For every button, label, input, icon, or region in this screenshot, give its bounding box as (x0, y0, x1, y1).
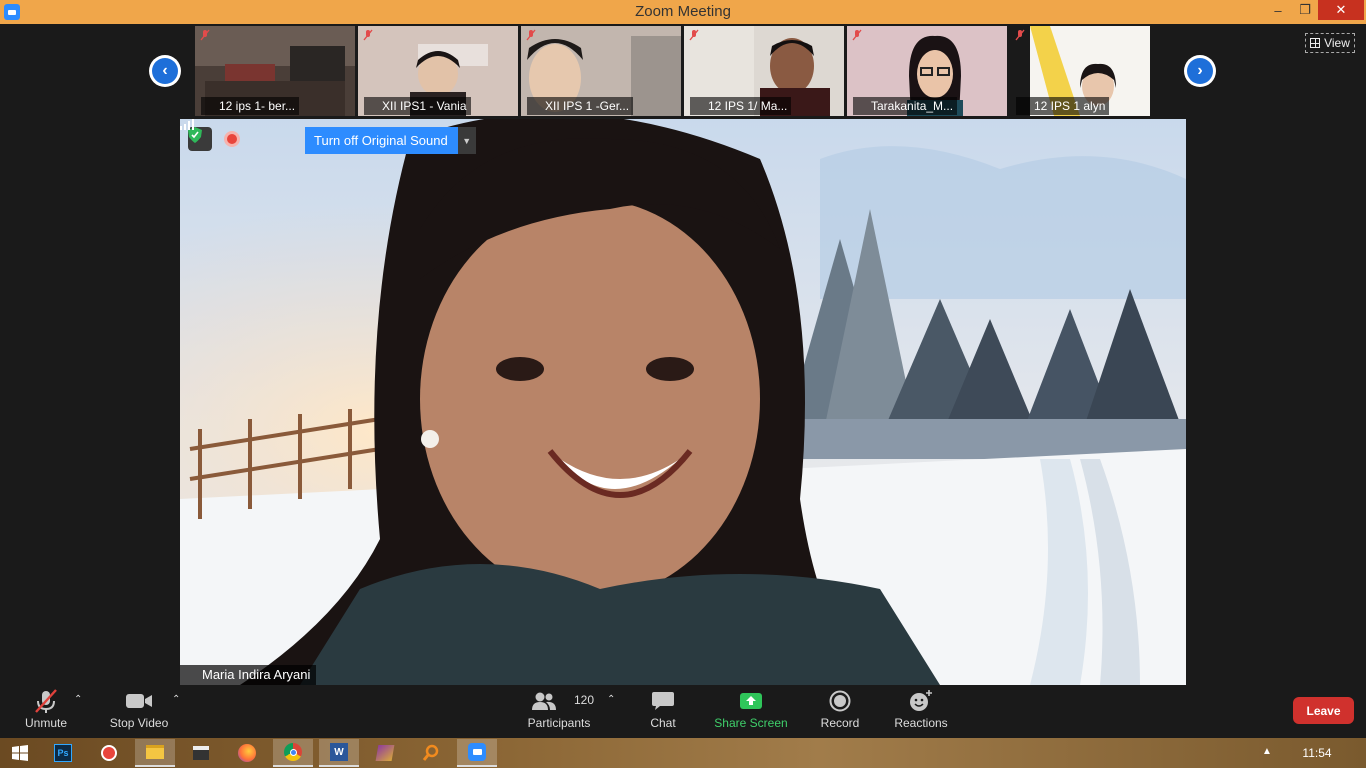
share-screen-label: Share Screen (714, 716, 788, 730)
taskbar-clock[interactable]: 11:54 (1297, 738, 1337, 768)
view-label: View (1324, 36, 1350, 50)
participant-name: XII IPS 1 -Ger... (527, 97, 634, 115)
clapperboard-icon[interactable] (181, 739, 221, 767)
video-options-caret-icon[interactable]: ⌃ (172, 694, 180, 705)
reactions-button[interactable]: Reactions (892, 686, 950, 738)
participant-thumbnail[interactable]: XII IPS 1 -Ger... (521, 26, 681, 116)
meeting-toolbar: Unmute ⌃ Stop Video ⌃ Participants 120 ⌃… (0, 686, 1366, 738)
chevron-left-icon: ‹ (152, 58, 178, 84)
meeting-area: ‹ 12 ips 1- ber... XII IPS1 - Vania XII … (0, 24, 1366, 686)
word-icon[interactable]: W (319, 739, 359, 767)
window-title: Zoom Meeting (635, 3, 731, 20)
speaker-name: Maria Indira Aryani (202, 667, 311, 682)
maximize-button[interactable]: ❐ (1292, 0, 1318, 20)
participants-count: 120 (574, 693, 595, 707)
unmute-label: Unmute (24, 716, 68, 730)
participant-thumbnail[interactable]: Tarakanita_M... (847, 26, 1007, 116)
firefox-icon[interactable] (227, 739, 267, 767)
signal-strength-icon (180, 119, 194, 130)
speaker-video-frame (180, 119, 1186, 685)
minimize-button[interactable]: – (1265, 0, 1291, 20)
stop-video-button[interactable]: Stop Video (104, 686, 174, 738)
file-explorer-icon[interactable] (135, 739, 175, 767)
chrome-icon[interactable] (273, 739, 313, 767)
audio-options-caret-icon[interactable]: ⌃ (74, 694, 82, 705)
stop-video-label: Stop Video (109, 716, 169, 730)
muted-microphone-icon (35, 689, 57, 713)
participants-icon (532, 692, 556, 710)
title-bar: Zoom Meeting – ❐ ✕ (0, 0, 1366, 24)
show-hidden-icons-caret[interactable]: ▲ (1262, 746, 1272, 757)
participant-thumbnail[interactable]: 12 IPS 1/ Ma... (684, 26, 844, 116)
recording-indicator-icon (224, 131, 240, 147)
photoshop-icon[interactable]: Ps (43, 739, 83, 767)
participant-thumbnail[interactable]: XII IPS1 - Vania (358, 26, 518, 116)
muted-mic-icon (200, 29, 210, 41)
reactions-label: Reactions (894, 716, 948, 730)
share-screen-button[interactable]: Share Screen (712, 686, 790, 738)
chat-label: Chat (650, 716, 676, 730)
muted-mic-icon (852, 29, 862, 41)
video-camera-icon (126, 694, 152, 708)
participant-name: Tarakanita_M... (853, 97, 958, 115)
winrar-icon[interactable] (365, 739, 405, 767)
participant-thumbnail[interactable]: 12 ips 1- ber... (195, 26, 355, 116)
view-button[interactable]: View (1305, 33, 1355, 53)
leave-button[interactable]: Leave (1293, 697, 1354, 724)
record-button[interactable]: Record (816, 686, 864, 738)
participant-name: XII IPS1 - Vania (364, 97, 471, 115)
participant-name: 12 ips 1- ber... (201, 97, 300, 115)
participant-thumbnail[interactable]: 12 IPS 1 alyn (1010, 26, 1170, 116)
original-sound-control: Turn off Original Sound ▼ (305, 127, 476, 154)
muted-mic-icon (526, 29, 536, 41)
active-speaker-video: Turn off Original Sound ▼ Maria Indira A… (180, 119, 1186, 685)
zoom-icon[interactable] (457, 739, 497, 767)
turn-off-original-sound-button[interactable]: Turn off Original Sound (305, 127, 458, 154)
grid-view-icon (1310, 38, 1321, 48)
share-screen-arrow-icon (740, 693, 762, 709)
unmute-button[interactable]: Unmute (20, 686, 72, 738)
speaker-name-tag: Maria Indira Aryani (180, 665, 317, 685)
media-player-icon[interactable] (89, 739, 129, 767)
security-shield-icon[interactable] (188, 127, 212, 151)
muted-mic-icon (1015, 29, 1025, 41)
next-page-button[interactable]: › (1184, 55, 1216, 87)
close-button[interactable]: ✕ (1318, 0, 1364, 20)
chevron-right-icon: › (1187, 58, 1213, 84)
chat-button[interactable]: Chat (640, 686, 686, 738)
muted-mic-icon (689, 29, 699, 41)
reactions-smiley-icon (910, 690, 932, 711)
participant-name: 12 IPS 1/ Ma... (690, 97, 792, 115)
search-tool-icon[interactable] (411, 739, 451, 767)
original-sound-dropdown-icon[interactable]: ▼ (457, 127, 476, 154)
windows-start-icon[interactable] (0, 739, 40, 767)
participant-name: 12 IPS 1 alyn (1016, 97, 1110, 115)
participants-label: Participants (527, 716, 591, 730)
previous-page-button[interactable]: ‹ (149, 55, 181, 87)
record-label: Record (820, 716, 860, 730)
participants-options-caret-icon[interactable]: ⌃ (607, 694, 615, 705)
chat-bubble-icon (652, 692, 674, 710)
record-icon (829, 690, 851, 712)
windows-taskbar: Ps W ▲ 11:54 (0, 738, 1366, 768)
muted-mic-icon (363, 29, 373, 41)
